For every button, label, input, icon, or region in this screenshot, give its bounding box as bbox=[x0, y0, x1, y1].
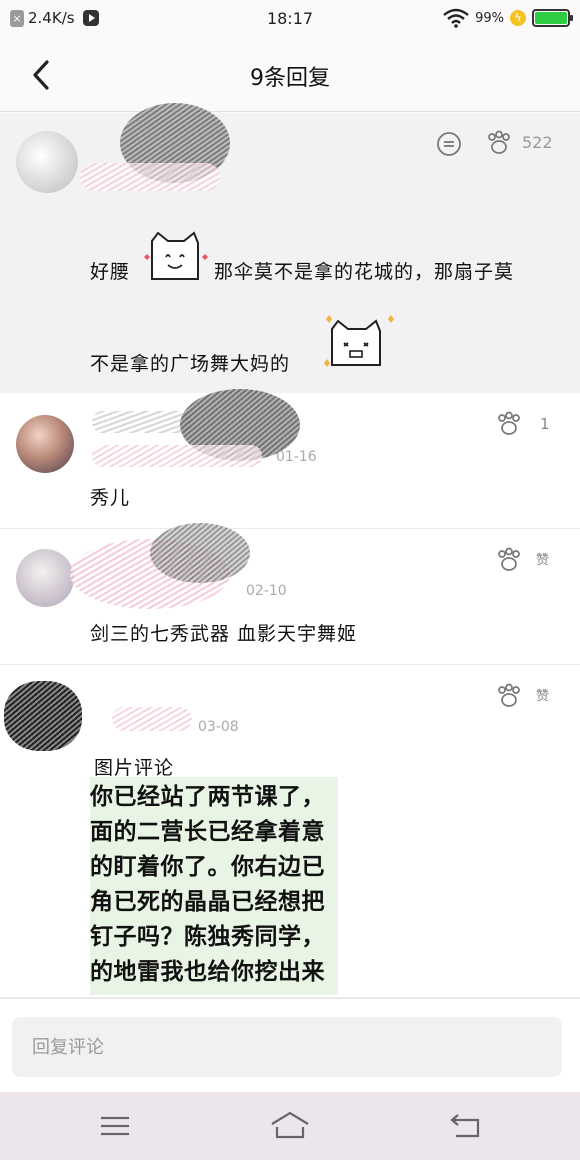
battery-level bbox=[535, 12, 567, 24]
cat-face-sticker-icon bbox=[144, 231, 208, 280]
paw-like-icon[interactable] bbox=[486, 130, 512, 156]
cat-face-sticker-icon bbox=[324, 315, 394, 367]
comment-text: 秀儿 bbox=[90, 487, 131, 509]
comment-item: 02-10 赞 剑三的七秀武器 血影天宇舞姬 bbox=[0, 523, 580, 665]
header: 9条回复 bbox=[0, 38, 580, 112]
post-text-line1b: 那伞莫不是拿的花城的，那扇子莫 bbox=[214, 261, 515, 283]
avatar[interactable] bbox=[16, 415, 74, 473]
image-text-line: 角已死的晶晶已经想把 bbox=[90, 889, 325, 915]
battery-percent: 99% bbox=[475, 10, 504, 26]
status-right: 99% ϟ bbox=[443, 8, 573, 28]
image-text-line: 的盯着你了。你右边已 bbox=[90, 854, 325, 880]
username-scribble bbox=[92, 411, 192, 433]
comment-item: 01-16 1 秀儿 bbox=[0, 389, 580, 529]
menu-icon[interactable] bbox=[96, 1110, 136, 1142]
paw-like-icon[interactable] bbox=[496, 683, 522, 709]
like-label: 赞 bbox=[536, 553, 550, 568]
page-title: 9条回复 bbox=[250, 66, 330, 91]
avatar[interactable] bbox=[16, 549, 74, 607]
paw-like-icon[interactable] bbox=[496, 547, 522, 573]
username-scribble bbox=[92, 445, 262, 467]
battery-icon bbox=[532, 9, 573, 27]
comment-text: 图片评论 bbox=[94, 757, 175, 779]
back-icon[interactable] bbox=[446, 1110, 486, 1142]
comment-text: 剑三的七秀武器 血影天宇舞姬 bbox=[90, 623, 358, 645]
reply-area bbox=[0, 998, 580, 1092]
comment-date: 01-16 bbox=[276, 449, 317, 465]
post-text-line2: 不是拿的广场舞大妈的 bbox=[90, 353, 291, 375]
comment-date: 02-10 bbox=[246, 583, 287, 599]
charging-icon: ϟ bbox=[510, 10, 526, 26]
wifi-icon bbox=[443, 8, 469, 28]
username-scribble bbox=[112, 707, 192, 731]
status-bar: × 2.4K/s 18:17 99% ϟ bbox=[0, 0, 580, 38]
like-count: 1 bbox=[540, 415, 550, 433]
like-count: 522 bbox=[522, 133, 553, 152]
main-post: 522 好腰 那伞莫不是拿的花城的，那扇子莫 不是拿的广场舞大妈的 bbox=[0, 103, 580, 393]
comment-image[interactable]: 你已经站了两节课了， 面的二营长已经拿着意 的盯着你了。你右边已 角已死的晶晶已… bbox=[90, 777, 338, 995]
post-text-line1a: 好腰 bbox=[90, 261, 131, 283]
image-text-line: 面的二营长已经拿着意 bbox=[90, 819, 325, 845]
avatar[interactable] bbox=[16, 131, 78, 193]
image-text-line: 你已经站了两节课了， bbox=[90, 784, 325, 810]
like-label: 赞 bbox=[536, 689, 550, 704]
comment-bubble-icon[interactable] bbox=[436, 131, 462, 157]
username-scribble bbox=[150, 523, 250, 583]
comment-item: 03-08 赞 图片评论 你已经站了两节课了， 面的二营长已经拿着意 的盯着你了… bbox=[0, 665, 580, 998]
reply-input[interactable] bbox=[12, 1017, 562, 1077]
image-text-line: 钉子吗？陈独秀同学， bbox=[90, 924, 325, 950]
image-text-line: 的地雷我也给你挖出来 bbox=[90, 959, 325, 985]
system-nav-bar bbox=[0, 1092, 580, 1160]
paw-like-icon[interactable] bbox=[496, 411, 522, 437]
username-scribble bbox=[80, 163, 220, 191]
home-icon[interactable] bbox=[270, 1110, 310, 1142]
comment-date: 03-08 bbox=[198, 719, 239, 735]
avatar[interactable] bbox=[4, 681, 82, 751]
